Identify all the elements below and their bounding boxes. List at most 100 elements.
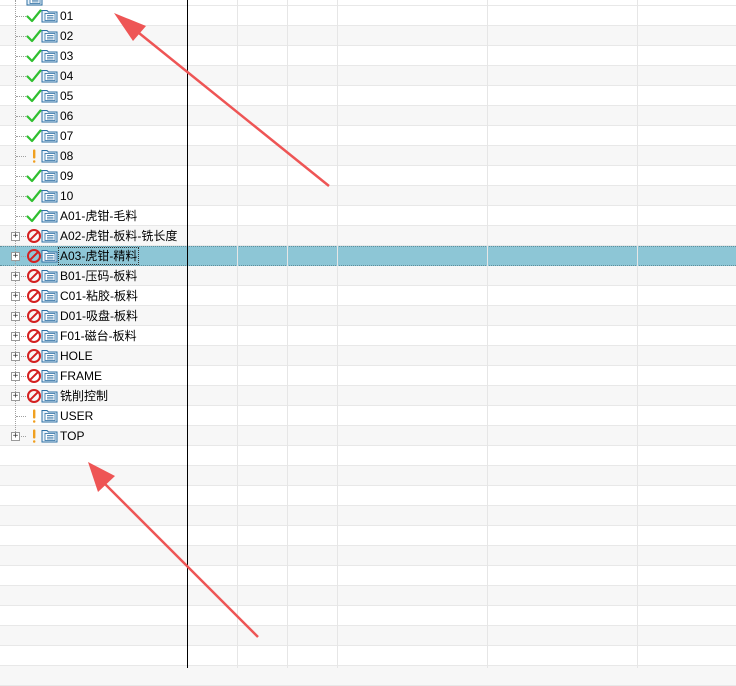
- expand-icon[interactable]: +: [11, 232, 20, 241]
- column-gridline: [637, 0, 638, 668]
- program-folder-icon: [41, 228, 58, 243]
- tree-node[interactable]: + C01-粘胶-板料: [0, 286, 187, 306]
- column-divider[interactable]: [187, 0, 188, 668]
- expand-icon[interactable]: +: [11, 332, 20, 341]
- empty-row: [0, 606, 736, 626]
- tree-node-label: A01-虎钳-毛料: [60, 209, 138, 223]
- program-folder-icon: [41, 388, 58, 403]
- empty-row: [0, 506, 736, 526]
- tree-connector: [16, 416, 26, 417]
- tree-node[interactable]: + FRAME: [0, 366, 187, 386]
- program-folder-icon: [41, 268, 58, 283]
- expand-icon[interactable]: +: [11, 432, 20, 441]
- tree-node-label: 09: [60, 169, 74, 183]
- empty-row: [0, 566, 736, 586]
- tree-node[interactable]: + B01-压码-板料: [0, 266, 187, 286]
- tree-node-label: A03-虎钳-精料: [57, 247, 140, 265]
- expand-icon[interactable]: +: [11, 352, 20, 361]
- empty-row: [0, 546, 736, 566]
- tree-node-label: HOLE: [60, 349, 93, 363]
- expand-icon[interactable]: +: [11, 372, 20, 381]
- column-gridline: [487, 0, 488, 668]
- tree-node[interactable]: 01: [0, 6, 187, 26]
- check-icon: [26, 128, 42, 144]
- tree-node-label: 06: [60, 109, 74, 123]
- tree-node[interactable]: + D01-吸盘-板料: [0, 306, 187, 326]
- program-folder-icon: [41, 128, 58, 143]
- tree-node-label: 铣削控制: [60, 389, 109, 403]
- program-folder-icon: [41, 368, 58, 383]
- empty-row: [0, 586, 736, 606]
- expand-icon[interactable]: +: [11, 272, 20, 281]
- column-gridline: [237, 0, 238, 668]
- check-icon: [26, 68, 42, 84]
- column-gridline: [337, 0, 338, 668]
- tree-node[interactable]: A01-虎钳-毛料: [0, 206, 187, 226]
- tree-node[interactable]: 03: [0, 46, 187, 66]
- tree-node-label: 07: [60, 129, 74, 143]
- empty-row: [0, 526, 736, 546]
- tree-node-label: 03: [60, 49, 74, 63]
- empty-row: [0, 446, 736, 466]
- program-folder-icon: [41, 48, 58, 63]
- tree-node[interactable]: + F01-磁台-板料: [0, 326, 187, 346]
- program-folder-icon: [41, 248, 58, 263]
- tree-node-label: FRAME: [60, 369, 102, 383]
- program-folder-icon: [41, 88, 58, 103]
- tree-node-label: TOP: [60, 429, 85, 443]
- prohibited-icon: [26, 328, 42, 344]
- tree-node-label: 05: [60, 89, 74, 103]
- tree-node[interactable]: 02: [0, 26, 187, 46]
- exclamation-icon: [26, 408, 42, 424]
- tree-node[interactable]: 05: [0, 86, 187, 106]
- check-icon: [26, 88, 42, 104]
- tree-node[interactable]: + 铣削控制: [0, 386, 187, 406]
- tree-node-label: 04: [60, 69, 74, 83]
- prohibited-icon: [26, 368, 42, 384]
- tree-node[interactable]: 08: [0, 146, 187, 166]
- tree-node[interactable]: USER: [0, 406, 187, 426]
- program-folder-icon: [41, 168, 58, 183]
- tree-node[interactable]: + A03-虎钳-精料: [0, 246, 187, 266]
- tree-node[interactable]: 10: [0, 186, 187, 206]
- check-icon: [26, 8, 42, 24]
- tree-connector: [16, 156, 26, 157]
- prohibited-icon: [26, 388, 42, 404]
- program-folder-icon: [41, 68, 58, 83]
- tree-node[interactable]: + HOLE: [0, 346, 187, 366]
- empty-row: [0, 486, 736, 506]
- prohibited-icon: [26, 268, 42, 284]
- tree-node[interactable]: 07: [0, 126, 187, 146]
- check-icon: [26, 108, 42, 124]
- expand-icon[interactable]: +: [11, 312, 20, 321]
- tree-connector: [16, 116, 26, 117]
- tree-connector: [16, 56, 26, 57]
- tree-connector: [16, 176, 26, 177]
- check-icon: [26, 188, 42, 204]
- program-folder-icon: [41, 288, 58, 303]
- tree-node[interactable]: 06: [0, 106, 187, 126]
- tree-node[interactable]: + TOP: [0, 426, 187, 446]
- expand-icon[interactable]: +: [11, 252, 20, 261]
- prohibited-icon: [26, 348, 42, 364]
- tree-node[interactable]: 09: [0, 166, 187, 186]
- expand-icon[interactable]: +: [11, 292, 20, 301]
- tree-connector: [16, 76, 26, 77]
- prohibited-icon: [26, 228, 42, 244]
- tree-node[interactable]: + A02-虎钳-板料-铣长度: [0, 226, 187, 246]
- tree-node[interactable]: 04: [0, 66, 187, 86]
- expand-icon[interactable]: +: [11, 392, 20, 401]
- tree-node-label: C01-粘胶-板料: [60, 289, 139, 303]
- program-folder-icon: [41, 108, 58, 123]
- tree-node-label: D01-吸盘-板料: [60, 309, 139, 323]
- tree-node-label: F01-磁台-板料: [60, 329, 137, 343]
- program-folder-icon: [41, 428, 58, 443]
- exclamation-icon: [26, 428, 42, 444]
- tree-node-label: 10: [60, 189, 74, 203]
- tree-connector: [16, 96, 26, 97]
- program-folder-icon: [41, 148, 58, 163]
- check-icon: [26, 28, 42, 44]
- program-folder-icon: [41, 408, 58, 423]
- prohibited-icon: [26, 248, 42, 264]
- exclamation-icon: [26, 148, 42, 164]
